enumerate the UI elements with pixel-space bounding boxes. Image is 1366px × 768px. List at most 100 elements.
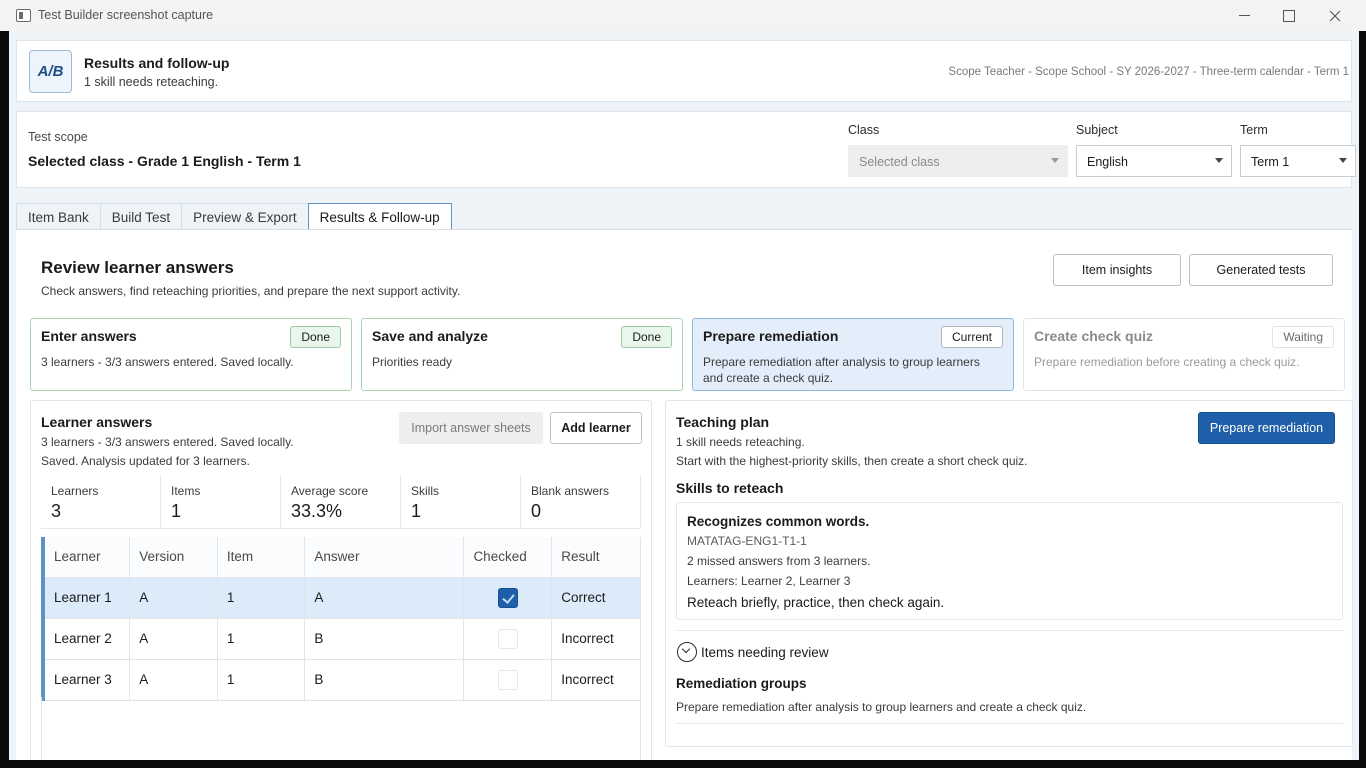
close-button[interactable] [1312,0,1358,31]
minimize-button[interactable] [1221,0,1267,31]
checked-checkbox[interactable] [498,587,519,608]
skill-card[interactable]: Recognizes common words. MATATAG-ENG1-T1… [676,502,1343,620]
app-client-area: A/B Results and follow-up 1 skill needs … [9,31,1359,760]
item-insights-button[interactable]: Item insights [1053,254,1181,286]
skill-learners: Learners: Learner 2, Learner 3 [687,574,851,588]
result-cell: Incorrect [551,659,641,701]
learner-answers-title: Learner answers [41,414,153,430]
summary-stats: Learners 3 Items 1 Average score 33.3% Skil… [41,475,641,529]
page-title: Results and follow-up [84,55,230,71]
results-panel: Review learner answers Check answers, fi… [16,229,1353,760]
teaching-plan-summary: 1 skill needs reteaching. [676,435,805,449]
item-cell: 1 [217,577,306,619]
column-header[interactable]: Item [217,537,306,578]
chevron-down-icon [1051,158,1059,163]
checked-checkbox[interactable] [498,628,519,649]
answer-cell[interactable]: A [304,577,465,619]
context-breadcrumb: Scope Teacher - Scope School - SY 2026-2… [948,66,1349,78]
review-title: Review learner answers [41,258,234,277]
learner-answers-analysis-status: Saved. Analysis updated for 3 learners. [41,454,250,468]
status-badge: Done [290,326,341,348]
step-enter-answers: Enter answers Done 3 learners - 3/3 answ… [30,318,352,391]
answer-cell[interactable]: B [304,659,465,701]
learner-cell: Learner 3 [41,659,131,701]
close-icon [1329,10,1341,21]
skills-to-reteach-heading: Skills to reteach [676,480,784,496]
term-select[interactable]: Term 1 [1240,145,1356,177]
subject-select[interactable]: English [1076,145,1232,177]
skill-missed-count: 2 missed answers from 3 learners. [687,554,871,568]
column-header[interactable]: Checked [463,537,553,578]
learner-answers-status: 3 learners - 3/3 answers entered. Saved … [41,435,294,449]
main-tabs: Item Bank Build Test Preview & Export Re… [16,203,452,230]
review-subtitle: Check answers, find reteaching prioritie… [41,284,461,298]
version-cell: A [129,659,218,701]
status-badge: Done [621,326,672,348]
checked-cell [463,577,553,619]
subject-label: Subject [1076,123,1118,137]
tab-build-test[interactable]: Build Test [99,203,183,230]
window-titlebar: Test Builder screenshot capture [0,0,1366,31]
tab-preview-export[interactable]: Preview & Export [181,203,309,230]
divider [676,723,1343,724]
step-description: Prepare remediation before creating a ch… [1034,355,1300,369]
skill-advice: Reteach briefly, practice, then check ag… [687,595,945,610]
test-scope-label: Test scope [28,130,88,144]
step-title: Prepare remediation [703,328,839,344]
learner-answers-card: Learner answers 3 learners - 3/3 answers… [30,400,652,760]
table-row[interactable]: Learner 3 A 1 B Incorrect [41,659,641,701]
app-icon [16,9,31,22]
class-label: Class [848,123,880,137]
page-subtitle: 1 skill needs reteaching. [84,75,219,89]
skill-name: Recognizes common words. [687,514,870,529]
step-title: Enter answers [41,328,137,344]
add-learner-button[interactable]: Add learner [550,412,642,444]
table-empty-area [41,697,641,760]
item-cell: 1 [217,618,306,660]
table-header-row: Learner Version Item Answer Checked Resu… [41,537,641,578]
teaching-plan-title: Teaching plan [676,414,770,430]
class-select[interactable]: Selected class [848,145,1068,177]
checked-cell [463,618,553,660]
column-header[interactable]: Version [129,537,218,578]
chevron-down-icon [1215,158,1223,163]
column-header[interactable]: Result [551,537,641,578]
result-cell: Correct [551,577,641,619]
divider [676,630,1343,631]
step-description: Prepare remediation after analysis to gr… [703,355,980,385]
test-scope-value: Selected class - Grade 1 English - Term … [28,153,301,169]
generated-tests-button[interactable]: Generated tests [1189,254,1333,286]
table-row[interactable]: Learner 1 A 1 A Correct [41,577,641,619]
maximize-button[interactable] [1266,0,1312,31]
import-answer-sheets-button[interactable]: Import answer sheets [399,412,543,444]
version-cell: A [129,618,218,660]
table-row[interactable]: Learner 2 A 1 B Incorrect [41,618,641,660]
step-title: Save and analyze [372,328,488,344]
term-select-value: Term 1 [1251,155,1290,169]
status-badge: Current [940,326,1003,348]
result-cell: Incorrect [551,618,641,660]
answer-cell[interactable]: B [304,618,465,660]
class-select-value: Selected class [859,155,940,169]
tab-item-bank[interactable]: Item Bank [16,203,101,230]
chevron-down-circle-icon[interactable] [677,642,697,662]
window-title: Test Builder screenshot capture [38,8,214,22]
tab-results-follow-up[interactable]: Results & Follow-up [307,203,452,230]
version-cell: A [129,577,218,619]
chevron-down-icon [1339,158,1347,163]
term-label: Term [1240,123,1268,137]
prepare-remediation-button[interactable]: Prepare remediation [1198,412,1335,444]
teaching-plan-card: Teaching plan 1 skill needs reteaching. … [665,400,1353,747]
column-header[interactable]: Answer [304,537,465,578]
stat-skills: Skills 1 [401,475,521,529]
checked-checkbox[interactable] [498,669,519,690]
subject-select-value: English [1087,155,1128,169]
learner-cell: Learner 1 [41,577,131,619]
stat-blank-answers: Blank answers 0 [521,475,641,529]
column-header[interactable]: Learner [41,537,131,578]
stat-learners: Learners 3 [41,475,161,529]
stat-average-score: Average score 33.3% [281,475,401,529]
stat-items: Items 1 [161,475,281,529]
status-badge: Waiting [1272,326,1334,348]
items-needing-review-toggle[interactable]: Items needing review [701,645,829,660]
